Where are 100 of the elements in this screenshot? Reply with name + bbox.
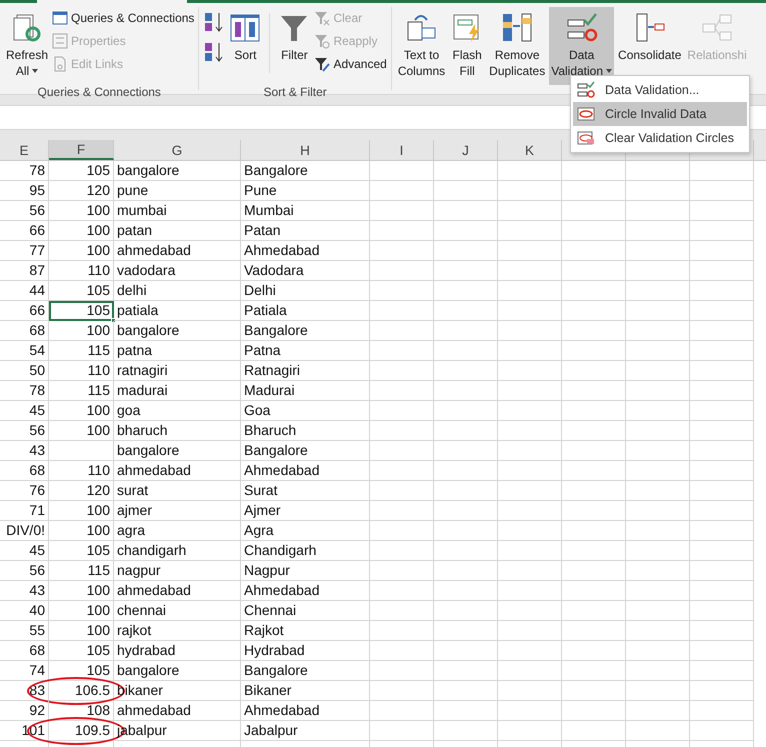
empty-cell — [498, 421, 562, 441]
table-cell: 68 — [0, 461, 49, 481]
empty-cell — [434, 601, 498, 621]
empty-cell — [626, 261, 690, 281]
validation-button[interactable]: Data Validation — [549, 7, 614, 85]
empty-cell — [434, 581, 498, 601]
empty-cell — [562, 721, 626, 741]
empty-cell — [626, 641, 690, 661]
table-cell: Bangalore — [241, 321, 370, 341]
empty-cell — [370, 301, 434, 321]
group-label: Sort & Filter — [262, 85, 328, 99]
empty-cell — [690, 221, 754, 241]
empty-cell — [626, 721, 690, 741]
empty-cell — [498, 621, 562, 641]
table-cell: 115 — [49, 561, 114, 581]
empty-cell — [690, 601, 754, 621]
empty-cell — [434, 461, 498, 481]
empty-cell — [434, 221, 498, 241]
table-cell: Bikaner — [241, 681, 370, 701]
empty-cell — [370, 261, 434, 281]
refresh-button[interactable]: Refresh All — [4, 7, 50, 85]
empty-cell — [562, 401, 626, 421]
column-header[interactable]: K — [498, 140, 562, 160]
column-header[interactable]: F — [49, 140, 114, 160]
empty-cell — [498, 221, 562, 241]
table-cell: 54 — [0, 341, 49, 361]
table-cell: Pune — [241, 181, 370, 201]
fill-handle[interactable] — [111, 318, 116, 323]
empty-cell — [690, 441, 754, 461]
table-cell: 56 — [0, 421, 49, 441]
empty-cell — [626, 621, 690, 641]
empty-cell — [498, 701, 562, 721]
empty-cell — [434, 321, 498, 341]
empty-cell — [370, 461, 434, 481]
empty-cell — [370, 521, 434, 541]
table-cell: 87 — [0, 261, 49, 281]
empty-cell — [498, 481, 562, 501]
queries-button[interactable]: Queries & Connections — [52, 7, 194, 29]
empty-cell — [434, 661, 498, 681]
empty-cell — [434, 361, 498, 381]
empty-cell — [626, 201, 690, 221]
empty-cell — [562, 681, 626, 701]
empty-cell — [498, 501, 562, 521]
table-cell: 78 — [0, 381, 49, 401]
empty-cell — [562, 361, 626, 381]
empty-cell — [626, 561, 690, 581]
empty-cell — [626, 681, 690, 701]
table-cell: ahmedabad — [114, 461, 241, 481]
empty-cell — [562, 541, 626, 561]
empty-cell — [370, 241, 434, 261]
table-cell: patiala — [114, 301, 241, 321]
table-cell: 56 — [0, 561, 49, 581]
column-header[interactable]: G — [114, 140, 241, 160]
sort-order-button[interactable] — [203, 11, 226, 33]
flash-button[interactable]: Flash Fill — [449, 7, 486, 85]
empty-cell — [434, 181, 498, 201]
sort-button[interactable]: Sort — [227, 7, 264, 85]
empty-cell — [370, 201, 434, 221]
textcols-button[interactable]: Text to Columns — [396, 7, 448, 85]
empty-cell — [626, 661, 690, 681]
empty-cell — [498, 461, 562, 481]
table-cell: 115 — [49, 341, 114, 361]
empty-cell — [562, 341, 626, 361]
empty-cell — [562, 701, 626, 721]
clear-filter-icon — [314, 10, 330, 26]
empty-cell — [434, 681, 498, 701]
empty-cell — [370, 401, 434, 421]
empty-cell — [690, 641, 754, 661]
advanced-filter-icon — [314, 56, 330, 72]
empty-cell — [370, 621, 434, 641]
table-cell: patan — [114, 221, 241, 241]
dupes-button[interactable]: Remove Duplicates — [487, 7, 548, 85]
table-cell: Surat — [241, 481, 370, 501]
advanced-button[interactable]: Advanced — [314, 53, 387, 75]
menu-item[interactable]: Clear Validation Circles — [573, 126, 747, 150]
table-cell: Patiala — [241, 301, 370, 321]
column-header[interactable]: J — [434, 140, 498, 160]
empty-cell — [370, 281, 434, 301]
table-cell: 100 — [49, 621, 114, 641]
column-header[interactable]: H — [241, 140, 370, 160]
table-cell: ahmedabad — [114, 241, 241, 261]
table-cell: 120 — [49, 181, 114, 201]
empty-cell — [434, 541, 498, 561]
menu-item[interactable]: Circle Invalid Data — [573, 102, 747, 126]
empty-cell — [498, 181, 562, 201]
table-cell: 120 — [49, 481, 114, 501]
table-cell: 66 — [0, 301, 49, 321]
sort-order-button[interactable] — [203, 41, 226, 63]
empty-cell — [690, 301, 754, 321]
column-header[interactable]: I — [370, 140, 434, 160]
empty-cell — [498, 441, 562, 461]
empty-cell — [562, 601, 626, 621]
empty-cell — [690, 201, 754, 221]
empty-cell — [562, 301, 626, 321]
filter-button[interactable]: Filter — [276, 7, 312, 85]
empty-cell — [370, 321, 434, 341]
empty-cell — [690, 681, 754, 701]
empty-cell — [498, 541, 562, 561]
table-cell: 43 — [0, 581, 49, 601]
table-cell: 92 — [0, 701, 49, 721]
